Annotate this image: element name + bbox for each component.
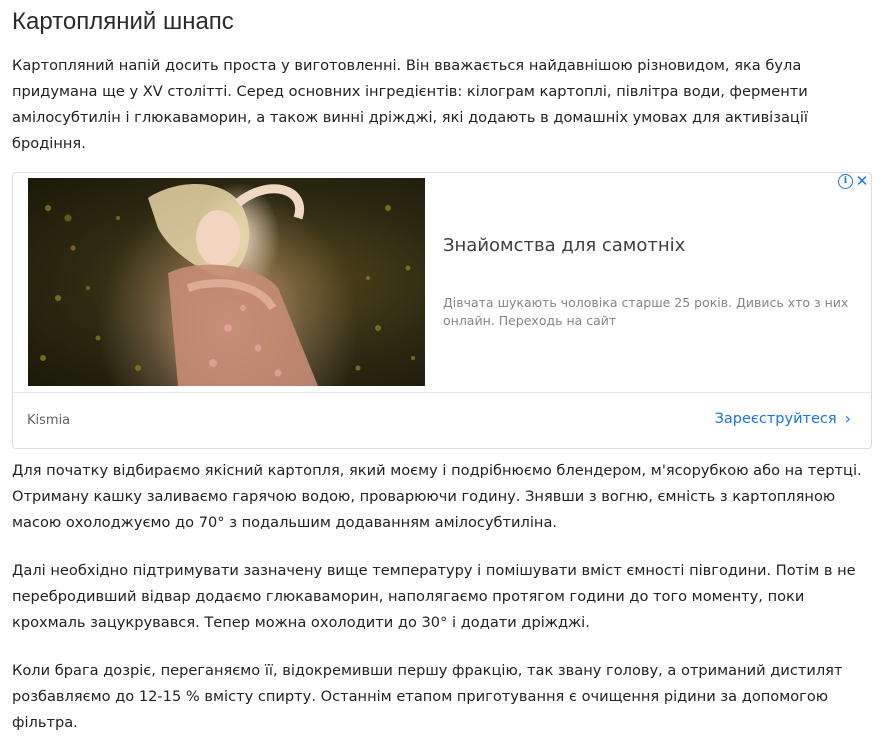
ad-banner[interactable]: Знайомства для самотніх Дівчата шукають … <box>12 172 872 449</box>
article-paragraph-1: Картопляний напій досить проста у вигото… <box>12 57 808 152</box>
article-paragraph-3: Далі необхідно підтримувати зазначену ви… <box>12 562 856 631</box>
article-paragraph-4: Коли брага дозріє, переганяємо її, відок… <box>12 662 843 731</box>
ad-choices[interactable]: i ✕ <box>838 174 869 189</box>
article-paragraph-2: Для початку відбираємо якісний картопля,… <box>12 462 862 531</box>
chevron-right-icon: › <box>844 409 851 428</box>
ad-brand[interactable]: Kismia <box>27 413 70 428</box>
ad-description[interactable]: Дівчата шукають чоловіка старше 25 років… <box>443 294 853 330</box>
close-icon[interactable]: ✕ <box>855 174 869 189</box>
article-title: Картопляний шнапс <box>12 8 234 35</box>
ad-content[interactable]: Знайомства для самотніх Дівчата шукають … <box>13 173 871 393</box>
register-button-label: Зареєструйтеся <box>714 411 837 427</box>
ad-photo <box>40 184 415 386</box>
ad-footer: Kismia Зареєструйтеся › <box>13 393 871 449</box>
ad-image[interactable] <box>28 178 425 386</box>
ad-headline[interactable]: Знайомства для самотніх <box>443 235 685 256</box>
article: Картопляний шнапс Картопляний напій доси… <box>0 0 884 736</box>
register-button[interactable]: Зареєструйтеся › <box>714 409 851 428</box>
info-icon[interactable]: i <box>838 174 853 189</box>
